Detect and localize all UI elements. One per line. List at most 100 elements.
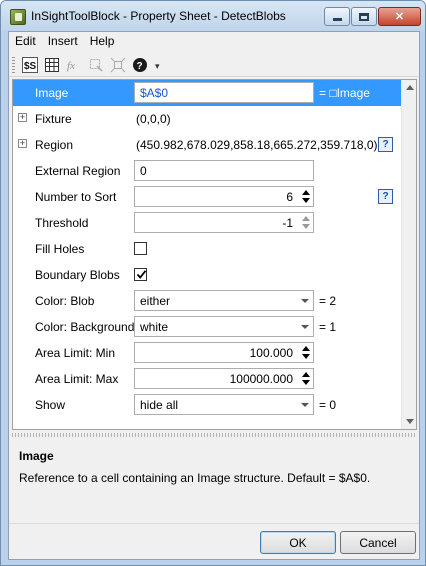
expand-icon[interactable]: + (18, 139, 27, 148)
title-bar[interactable]: InSightToolBlock - Property Sheet - Dete… (1, 1, 425, 31)
checkmark-icon (136, 270, 147, 279)
menu-bar: Edit Insert Help (9, 32, 419, 52)
image-input[interactable]: $A$0 (134, 82, 314, 103)
close-icon: ✕ (394, 11, 405, 23)
property-row-external-region[interactable]: External Region 0 (13, 158, 401, 184)
number-to-sort-help-button[interactable]: ? (378, 189, 393, 204)
close-button[interactable]: ✕ (378, 7, 421, 26)
image-result: = □Image (319, 86, 370, 100)
property-row-area-limit-min[interactable]: Area Limit: Min 100.000 (13, 340, 401, 366)
minimize-icon (332, 18, 342, 21)
spin-down-icon[interactable] (302, 354, 310, 359)
spin-buttons[interactable] (300, 370, 312, 387)
property-row-color-blob[interactable]: Color: Blob either = 2 (13, 288, 401, 314)
vertical-scrollbar[interactable] (401, 80, 416, 429)
property-row-fill-holes[interactable]: Fill Holes (13, 236, 401, 262)
property-row-region[interactable]: + Region (450.982,678.029,858.18,665.272… (13, 132, 401, 158)
show-result: = 0 (319, 398, 337, 412)
spin-up-icon[interactable] (302, 372, 310, 377)
area-limit-min-stepper[interactable]: 100.000 (134, 342, 314, 363)
select-region-icon[interactable] (87, 56, 105, 74)
property-sheet-window: InSightToolBlock - Property Sheet - Dete… (0, 0, 426, 566)
fit-icon[interactable] (109, 56, 127, 74)
property-label: Number to Sort (35, 190, 117, 204)
ok-button[interactable]: OK (260, 531, 336, 554)
property-row-color-background[interactable]: Color: Background white = 1 (13, 314, 401, 340)
spin-down-icon[interactable] (302, 198, 310, 203)
external-region-input[interactable]: 0 (134, 160, 314, 181)
spin-down-icon[interactable] (302, 380, 310, 385)
number-to-sort-stepper[interactable]: 6 (134, 186, 314, 207)
property-label: Region (35, 138, 74, 152)
property-label: Image (35, 86, 69, 100)
property-list: Image $A$0 = □Image + Fixture (0,0,0) + … (13, 80, 401, 429)
client-area: Edit Insert Help $S fx ? ▾ Image $A$0 = … (8, 31, 420, 560)
scroll-down-icon[interactable] (406, 419, 414, 424)
chevron-down-icon[interactable] (296, 317, 313, 336)
color-blob-select[interactable]: either (134, 290, 314, 311)
description-text: Reference to a cell containing an Image … (19, 471, 371, 485)
property-label: Color: Background (35, 320, 135, 334)
property-label: Threshold (35, 216, 89, 230)
threshold-stepper[interactable]: -1 (134, 212, 314, 233)
color-blob-result: = 2 (319, 294, 337, 308)
description-panel: Image Reference to a cell containing an … (12, 440, 417, 520)
spin-up-icon[interactable] (302, 216, 310, 221)
fx-icon[interactable]: fx (65, 56, 83, 74)
app-icon (10, 9, 26, 25)
fill-holes-checkbox[interactable] (134, 242, 147, 255)
menu-insert[interactable]: Insert (42, 32, 84, 52)
property-label: Boundary Blobs (35, 268, 120, 282)
property-row-show[interactable]: Show hide all = 0 (13, 392, 401, 418)
color-background-result: = 1 (319, 320, 337, 334)
toolbar-overflow-icon[interactable]: ▾ (155, 61, 160, 72)
description-title: Image (19, 449, 54, 463)
window-title: InSightToolBlock - Property Sheet - Dete… (31, 9, 286, 23)
svg-text:?: ? (137, 61, 143, 72)
property-label: Area Limit: Max (35, 372, 119, 386)
property-label: Fill Holes (35, 242, 85, 256)
spin-buttons[interactable] (300, 214, 312, 231)
property-label: Area Limit: Min (35, 346, 116, 360)
expand-icon[interactable]: + (18, 113, 27, 122)
chevron-down-icon[interactable] (296, 291, 313, 310)
boundary-blobs-checkbox[interactable] (134, 268, 147, 281)
maximize-button[interactable] (351, 7, 377, 26)
chevron-down-icon[interactable] (296, 395, 313, 414)
color-background-select[interactable]: white (134, 316, 314, 337)
area-limit-max-stepper[interactable]: 100000.000 (134, 368, 314, 389)
fixture-value: (0,0,0) (136, 112, 171, 126)
property-row-threshold[interactable]: Threshold -1 (13, 210, 401, 236)
spin-down-icon[interactable] (302, 224, 310, 229)
toolbar-grip[interactable] (12, 57, 15, 73)
spin-up-icon[interactable] (302, 190, 310, 195)
panel-splitter[interactable] (12, 433, 417, 437)
dollar-ref-icon[interactable]: $S (21, 56, 39, 74)
spin-buttons[interactable] (300, 188, 312, 205)
region-help-button[interactable]: ? (378, 137, 393, 152)
minimize-button[interactable] (324, 7, 350, 26)
cancel-button[interactable]: Cancel (340, 531, 416, 554)
help-icon[interactable]: ? (131, 56, 149, 74)
footer-divider (9, 523, 419, 524)
property-row-area-limit-max[interactable]: Area Limit: Max 100000.000 (13, 366, 401, 392)
property-label: External Region (35, 164, 121, 178)
property-row-boundary-blobs[interactable]: Boundary Blobs (13, 262, 401, 288)
property-row-image[interactable]: Image $A$0 = □Image (13, 80, 401, 106)
spin-up-icon[interactable] (302, 346, 310, 351)
svg-text:fx: fx (67, 60, 75, 72)
region-value: (450.982,678.029,858.18,665.272,359.718,… (136, 138, 378, 152)
maximize-icon (359, 12, 369, 21)
menu-edit[interactable]: Edit (9, 32, 42, 52)
property-label: Color: Blob (35, 294, 95, 308)
property-label: Fixture (35, 112, 72, 126)
svg-text:$S: $S (24, 61, 37, 72)
property-row-fixture[interactable]: + Fixture (0,0,0) (13, 106, 401, 132)
spin-buttons[interactable] (300, 344, 312, 361)
menu-help[interactable]: Help (84, 32, 121, 52)
property-grid: Image $A$0 = □Image + Fixture (0,0,0) + … (12, 79, 417, 430)
property-row-number-to-sort[interactable]: Number to Sort 6 ? (13, 184, 401, 210)
scroll-up-icon[interactable] (406, 85, 414, 90)
show-select[interactable]: hide all (134, 394, 314, 415)
grid-icon[interactable] (43, 56, 61, 74)
